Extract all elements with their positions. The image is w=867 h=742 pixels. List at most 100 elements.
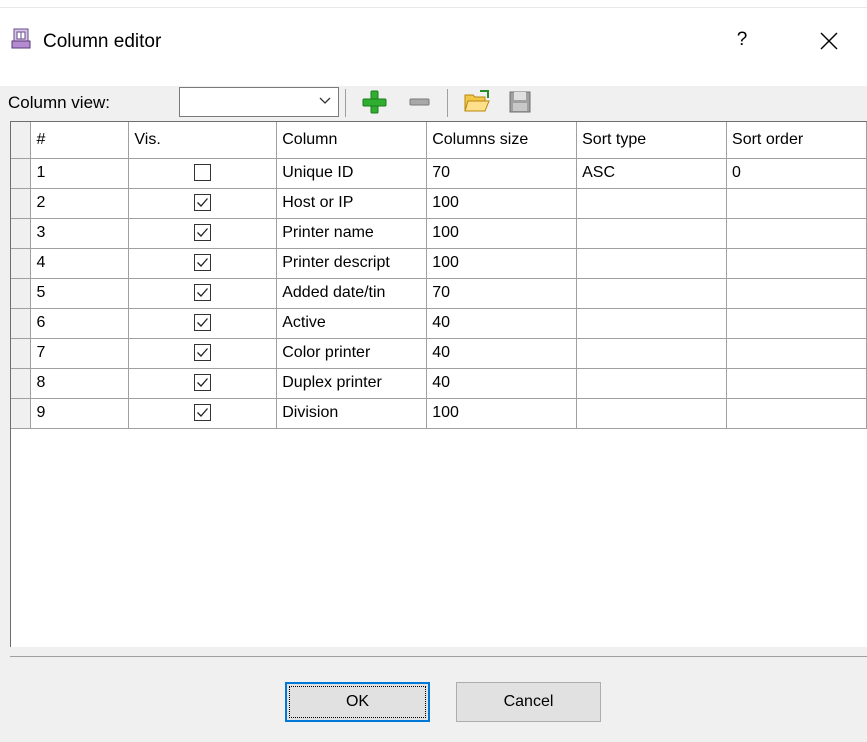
chevron-down-icon (319, 97, 331, 104)
close-button[interactable] (812, 24, 846, 58)
cell-sort-order[interactable] (726, 278, 867, 309)
visible-checkbox[interactable] (194, 314, 212, 332)
cell-sort-type[interactable] (576, 188, 728, 219)
table-row[interactable]: 9 Division 100 (11, 398, 867, 429)
cell-number: 3 (30, 218, 130, 249)
table-row[interactable]: 7 Color printer 40 (11, 338, 867, 369)
cell-sort-type[interactable] (576, 248, 728, 279)
cell-sort-type[interactable] (576, 218, 728, 249)
dialog-title: Column editor (43, 31, 162, 52)
cell-sort-order[interactable] (726, 308, 867, 339)
table-row[interactable]: 8 Duplex printer 40 (11, 368, 867, 399)
checkmark-icon (197, 408, 209, 418)
column-header-visible[interactable]: Vis. (128, 122, 278, 159)
checkmark-icon (197, 198, 209, 208)
visible-checkbox[interactable] (194, 374, 212, 392)
cell-sort-type[interactable] (576, 278, 728, 309)
visible-checkbox[interactable] (194, 254, 212, 272)
cell-size[interactable]: 40 (426, 368, 578, 399)
column-editor-dialog: Column editor ? Column view: # Vis. Colu… (0, 0, 867, 742)
visible-checkbox[interactable] (194, 194, 212, 212)
row-indicator[interactable] (11, 398, 32, 429)
cell-column[interactable]: Unique ID (276, 158, 428, 189)
cell-column[interactable]: Duplex printer (276, 368, 428, 399)
cell-column[interactable]: Printer name (276, 218, 428, 249)
cell-number: 9 (30, 398, 130, 429)
cell-sort-type[interactable] (576, 308, 728, 339)
top-edge (0, 0, 867, 8)
ok-button[interactable]: OK (285, 682, 430, 722)
cell-visible (128, 248, 278, 279)
visible-checkbox[interactable] (194, 404, 212, 422)
cell-column[interactable]: Active (276, 308, 428, 339)
cell-sort-order[interactable] (726, 368, 867, 399)
row-indicator[interactable] (11, 278, 32, 309)
cell-size[interactable]: 100 (426, 248, 578, 279)
add-icon (362, 90, 387, 114)
cell-sort-type[interactable] (576, 368, 728, 399)
table-row[interactable]: 5 Added date/tin 70 (11, 278, 867, 309)
column-header-size[interactable]: Columns size (426, 122, 578, 159)
column-header-column[interactable]: Column (276, 122, 428, 159)
table-row[interactable]: 2 Host or IP 100 (11, 188, 867, 219)
column-header-sort-type[interactable]: Sort type (576, 122, 728, 159)
close-icon (820, 32, 838, 50)
toolbar-separator (345, 89, 346, 117)
table-row[interactable]: 3 Printer name 100 (11, 218, 867, 249)
table-row[interactable]: 1 Unique ID 70 ASC 0 (11, 158, 867, 189)
help-button[interactable]: ? (728, 25, 756, 55)
cell-sort-order[interactable] (726, 188, 867, 219)
cell-sort-type[interactable] (576, 398, 728, 429)
row-indicator[interactable] (11, 248, 32, 279)
cell-size[interactable]: 100 (426, 188, 578, 219)
visible-checkbox[interactable] (194, 344, 212, 362)
open-button[interactable] (462, 87, 492, 117)
visible-checkbox[interactable] (194, 284, 212, 302)
column-view-label: Column view: (8, 93, 111, 112)
row-indicator[interactable] (11, 158, 32, 189)
visible-checkbox[interactable] (194, 164, 212, 182)
title-bar: Column editor ? (0, 0, 867, 86)
checkmark-icon (197, 318, 209, 328)
row-indicator[interactable] (11, 368, 32, 399)
row-indicator[interactable] (11, 308, 32, 339)
cell-column[interactable]: Host or IP (276, 188, 428, 219)
column-header-number[interactable]: # (30, 122, 130, 159)
add-button[interactable] (359, 87, 389, 117)
column-header-sort-order[interactable]: Sort order (726, 122, 867, 159)
cell-column[interactable]: Added date/tin (276, 278, 428, 309)
save-button[interactable] (505, 87, 535, 117)
table-row[interactable]: 4 Printer descript 100 (11, 248, 867, 279)
cell-column[interactable]: Division (276, 398, 428, 429)
cell-sort-type[interactable] (576, 338, 728, 369)
cell-size[interactable]: 70 (426, 158, 578, 189)
row-indicator[interactable] (11, 338, 32, 369)
cell-column[interactable]: Printer descript (276, 248, 428, 279)
cancel-button[interactable]: Cancel (456, 682, 601, 722)
cell-visible (128, 398, 278, 429)
column-grid[interactable]: # Vis. Column Columns size Sort type Sor… (10, 121, 867, 647)
divider (10, 656, 867, 657)
cell-sort-order[interactable] (726, 338, 867, 369)
row-indicator[interactable] (11, 188, 32, 219)
visible-checkbox[interactable] (194, 224, 212, 242)
table-row[interactable]: 6 Active 40 (11, 308, 867, 339)
header-row: # Vis. Column Columns size Sort type Sor… (11, 122, 867, 159)
cell-size[interactable]: 100 (426, 398, 578, 429)
row-indicator[interactable] (11, 218, 32, 249)
cell-size[interactable]: 100 (426, 218, 578, 249)
cell-size[interactable]: 40 (426, 308, 578, 339)
cell-visible (128, 278, 278, 309)
cell-sort-order[interactable] (726, 398, 867, 429)
cell-sort-order[interactable] (726, 218, 867, 249)
cell-visible (128, 368, 278, 399)
cell-sort-order[interactable]: 0 (726, 158, 867, 189)
cell-size[interactable]: 70 (426, 278, 578, 309)
cell-visible (128, 218, 278, 249)
cell-column[interactable]: Color printer (276, 338, 428, 369)
cell-sort-type[interactable]: ASC (576, 158, 728, 189)
column-view-select[interactable] (179, 87, 339, 117)
cell-sort-order[interactable] (726, 248, 867, 279)
remove-button[interactable] (404, 87, 434, 117)
cell-size[interactable]: 40 (426, 338, 578, 369)
